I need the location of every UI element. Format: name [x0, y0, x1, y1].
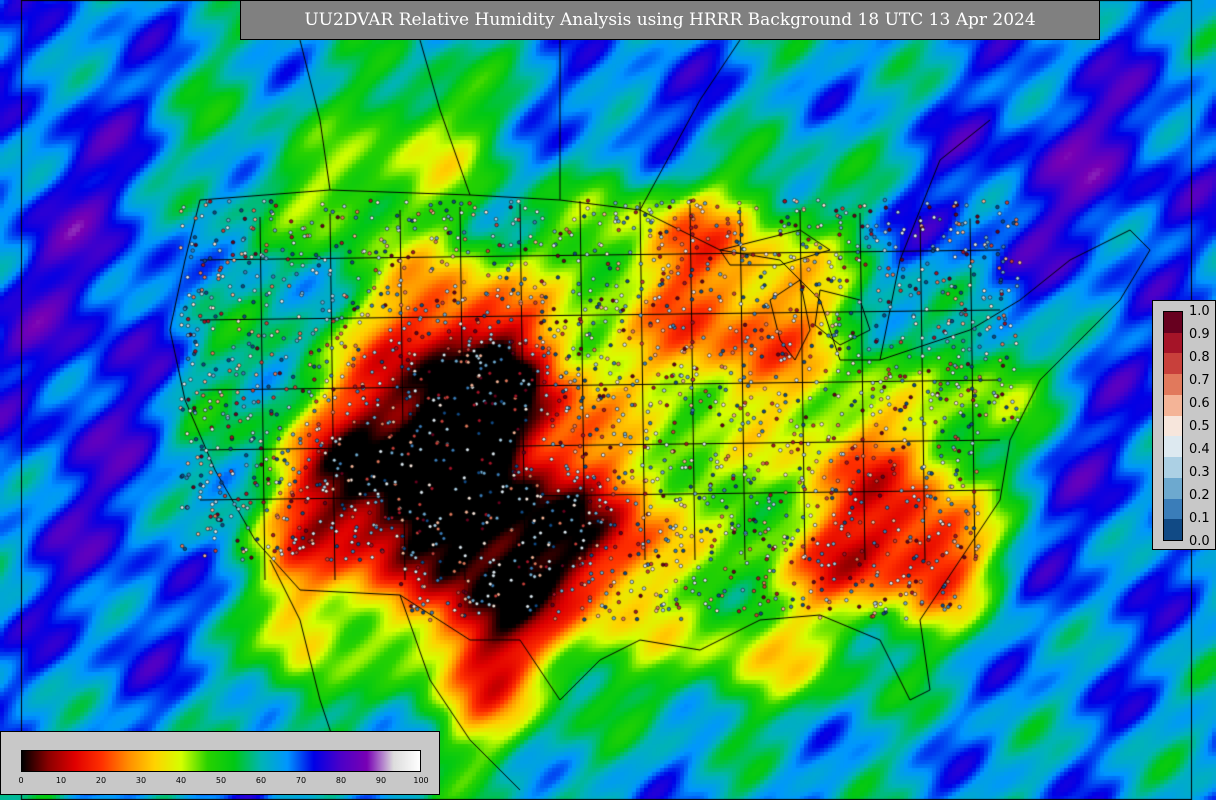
- rh-scale-label: 90: [375, 776, 387, 785]
- rh-scale-label: 0: [18, 776, 24, 785]
- rh-scale-label: 60: [255, 776, 267, 785]
- rh-scale-label: 80: [335, 776, 347, 785]
- dot-scale-segment: [1164, 436, 1182, 458]
- dot-scale-segment: [1164, 415, 1182, 437]
- dot-scale-label: 0.9: [1189, 327, 1210, 342]
- rh-color-bar: [21, 750, 421, 772]
- rh-scale-label: 50: [215, 776, 227, 785]
- dot-scale-label: 1.0: [1189, 304, 1210, 319]
- dot-scale-segment: [1164, 457, 1182, 479]
- map-title-box: UU2DVAR Relative Humidity Analysis using…: [240, 0, 1100, 40]
- rh-scale-label: 20: [95, 776, 107, 785]
- dot-scale-label: 0.8: [1189, 350, 1210, 365]
- dot-scale-label: 0.0: [1189, 534, 1210, 549]
- dot-scale-label: 0.3: [1189, 465, 1210, 480]
- dot-scale-label: 0.1: [1189, 511, 1210, 526]
- dot-scale-segment: [1164, 353, 1182, 375]
- dot-scale-label: 0.5: [1189, 419, 1210, 434]
- dot-scale-segment: [1164, 477, 1182, 500]
- rh-scale-label: 30: [135, 776, 147, 785]
- observation-dot-legend: 1.0 0.9 0.8 0.7 0.6 0.5 0.4 0.3 0.2 0.1 0.0: [1152, 300, 1216, 550]
- rh-scale-label: 70: [295, 776, 307, 785]
- rh-scale-label: 10: [55, 776, 67, 785]
- dot-scale-segment: [1164, 332, 1182, 354]
- rh-scale-label: 100: [413, 776, 429, 785]
- dot-scale-label: 0.6: [1189, 396, 1210, 411]
- dot-scale-label: 0.4: [1189, 442, 1210, 457]
- dot-color-scale: [1163, 311, 1183, 541]
- dot-scale-label: 0.2: [1189, 488, 1210, 503]
- dot-scale-segment: [1164, 394, 1182, 417]
- dot-scale-segment: [1164, 374, 1182, 396]
- relative-humidity-map: [0, 0, 1216, 800]
- dot-scale-segment: [1164, 498, 1182, 520]
- map-title: UU2DVAR Relative Humidity Analysis using…: [304, 10, 1036, 30]
- dot-scale-segment: [1164, 312, 1182, 334]
- dot-scale-segment: [1164, 519, 1182, 541]
- rh-color-legend: 0 10 20 30 40 50 60 70 80 90 100: [0, 731, 440, 795]
- dot-scale-label: 0.7: [1189, 373, 1210, 388]
- rh-scale-label: 40: [175, 776, 187, 785]
